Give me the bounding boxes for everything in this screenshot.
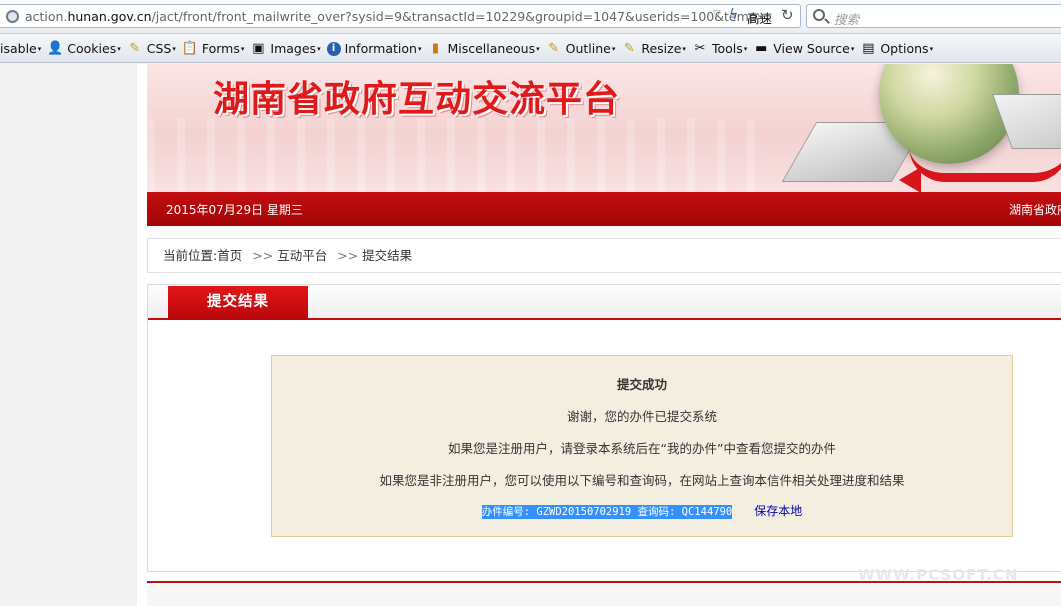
red-arrow-illustration xyxy=(909,146,1061,182)
toolbar-tools-menu[interactable]: ✂ Tools ▾ xyxy=(692,41,747,57)
resize-icon: ✎ xyxy=(623,40,635,56)
speed-mode-icon[interactable]: ϟ xyxy=(729,7,738,23)
outline-icon: ✎ xyxy=(548,40,560,56)
toolbar-miscellaneous-menu[interactable]: ▮ Miscellaneous ▾ xyxy=(427,40,540,57)
toolbar-disable-menu[interactable]: isable ▾ xyxy=(0,41,41,56)
toolbar-item-label: Resize xyxy=(641,41,682,56)
red-arrow-head xyxy=(899,167,921,192)
toolbar-item-label: View Source xyxy=(773,41,850,56)
tools-icon: ✂ xyxy=(694,40,706,56)
web-page: 湖南省政府互动交流平台 2015年07月29日 星期三 湖南省政府 当前位置:首… xyxy=(137,64,1061,606)
footer-strip xyxy=(147,585,1061,606)
dropdown-arrow-icon[interactable]: ▽ xyxy=(713,9,721,20)
breadcrumb-home-link[interactable]: 首页 xyxy=(217,248,242,263)
current-date: 2015年07月29日 星期三 xyxy=(166,203,303,217)
breadcrumb: 当前位置:首页 >> 互动平台 >> 提交结果 xyxy=(147,238,1061,273)
toolbar-item-label: Miscellaneous xyxy=(447,41,536,56)
result-message-box: 提交成功 谢谢，您的办件已提交系统 如果您是注册用户，请登录本系统后在“我的办件… xyxy=(271,355,1013,537)
web-developer-toolbar: isable ▾ 👤 Cookies ▾ ✎ CSS ▾ 📋 Forms ▾ ▣ Images ▾… xyxy=(0,35,1061,63)
result-thanks-text: 谢谢，您的办件已提交系统 xyxy=(566,409,717,424)
info-icon: i xyxy=(326,41,341,56)
site-title: 湖南省政府互动交流平台 xyxy=(213,79,621,120)
forms-icon: 📋 xyxy=(181,40,199,56)
toolbar-information-menu[interactable]: i Information ▾ xyxy=(326,41,421,56)
code-row: 办件编号: GZWD20150702919 查询码: QC144790 保存本地 xyxy=(272,502,1012,519)
toolbar-item-label: Forms xyxy=(201,41,240,56)
date-bar: 2015年07月29日 星期三 湖南省政府 xyxy=(147,192,1061,226)
toolbar-css-menu[interactable]: ✎ CSS ▾ xyxy=(127,41,176,57)
page-left-margin xyxy=(0,64,137,606)
watermark: WWW.PCSOFT.CN xyxy=(858,566,1019,584)
toolbar-item-label: Options xyxy=(880,41,929,56)
save-local-link[interactable]: 保存本地 xyxy=(754,504,802,518)
css-icon: ✎ xyxy=(129,40,141,56)
toolbar-item-label: Tools xyxy=(711,41,743,56)
toolbar-forms-menu[interactable]: 📋 Forms ▾ xyxy=(182,41,245,57)
breadcrumb-platform-link[interactable]: 互动平台 xyxy=(277,248,327,263)
toolbar-cookies-menu[interactable]: 👤 Cookies ▾ xyxy=(47,41,120,57)
registered-user-text: 如果您是注册用户，请登录本系统后在“我的办件”中查看您提交的办件 xyxy=(448,441,836,456)
breadcrumb-separator: >> xyxy=(252,248,274,263)
case-number-and-query-code[interactable]: 办件编号: GZWD20150702919 查询码: QC144790 xyxy=(481,505,733,519)
unregistered-user-text: 如果您是非注册用户，您可以使用以下编号和查询码，在网站上查询本信件相关处理进度和… xyxy=(379,473,905,488)
options-icon: ▤ xyxy=(862,40,875,56)
banner-decoration xyxy=(147,119,767,192)
date-bar-right-text: 湖南省政府 xyxy=(1009,203,1061,217)
reload-icon[interactable]: ↻ xyxy=(781,6,794,24)
result-title: 提交成功 xyxy=(616,377,667,392)
globe-icon xyxy=(6,10,19,23)
toolbar-item-label: Outline xyxy=(565,41,611,56)
url-text[interactable]: action.hunan.gov.cn/jact/front/front_mai… xyxy=(25,9,767,24)
toolbar-item-label: Cookies xyxy=(67,41,117,56)
tab-submit-result: 提交结果 xyxy=(168,286,308,320)
toolbar-resize-menu[interactable]: ✎ Resize ▾ xyxy=(621,41,686,57)
speed-mode-label[interactable]: 高速 xyxy=(747,8,772,27)
toolbar-item-label: CSS xyxy=(146,41,172,56)
toolbar-item-label: Images xyxy=(270,41,317,56)
misc-icon: ▮ xyxy=(431,40,440,56)
site-banner: 湖南省政府互动交流平台 xyxy=(147,64,1061,192)
images-icon: ▣ xyxy=(252,40,265,56)
submit-result-panel: 提交结果 提交成功 谢谢，您的办件已提交系统 如果您是注册用户，请登录本系统后在… xyxy=(147,284,1061,572)
search-icon xyxy=(813,9,825,21)
toolbar-outline-menu[interactable]: ✎ Outline ▾ xyxy=(546,40,615,57)
breadcrumb-prefix: 当前位置: xyxy=(163,248,218,263)
toolbar-images-menu[interactable]: ▣ Images ▾ xyxy=(250,41,320,57)
breadcrumb-separator: >> xyxy=(337,248,359,263)
search-placeholder: 搜索 xyxy=(834,12,860,27)
cookie-icon: 👤 xyxy=(47,40,64,56)
search-box[interactable]: 搜索 xyxy=(806,4,1061,28)
toolbar-view-source-menu[interactable]: ▬ View Source ▾ xyxy=(753,41,854,57)
toolbar-options-menu[interactable]: ▤ Options ▾ xyxy=(860,41,933,57)
laptop-illustration-2 xyxy=(991,94,1061,149)
address-bar[interactable]: action.hunan.gov.cn/jact/front/front_mai… xyxy=(0,4,801,28)
toolbar-item-label: Information xyxy=(344,41,417,56)
browser-navigation-bar: action.hunan.gov.cn/jact/front/front_mai… xyxy=(0,0,1061,34)
toolbar-item-label: isable xyxy=(0,41,37,56)
breadcrumb-current: 提交结果 xyxy=(362,248,413,263)
view-source-icon: ▬ xyxy=(755,40,768,56)
panel-header: 提交结果 xyxy=(148,285,1061,320)
